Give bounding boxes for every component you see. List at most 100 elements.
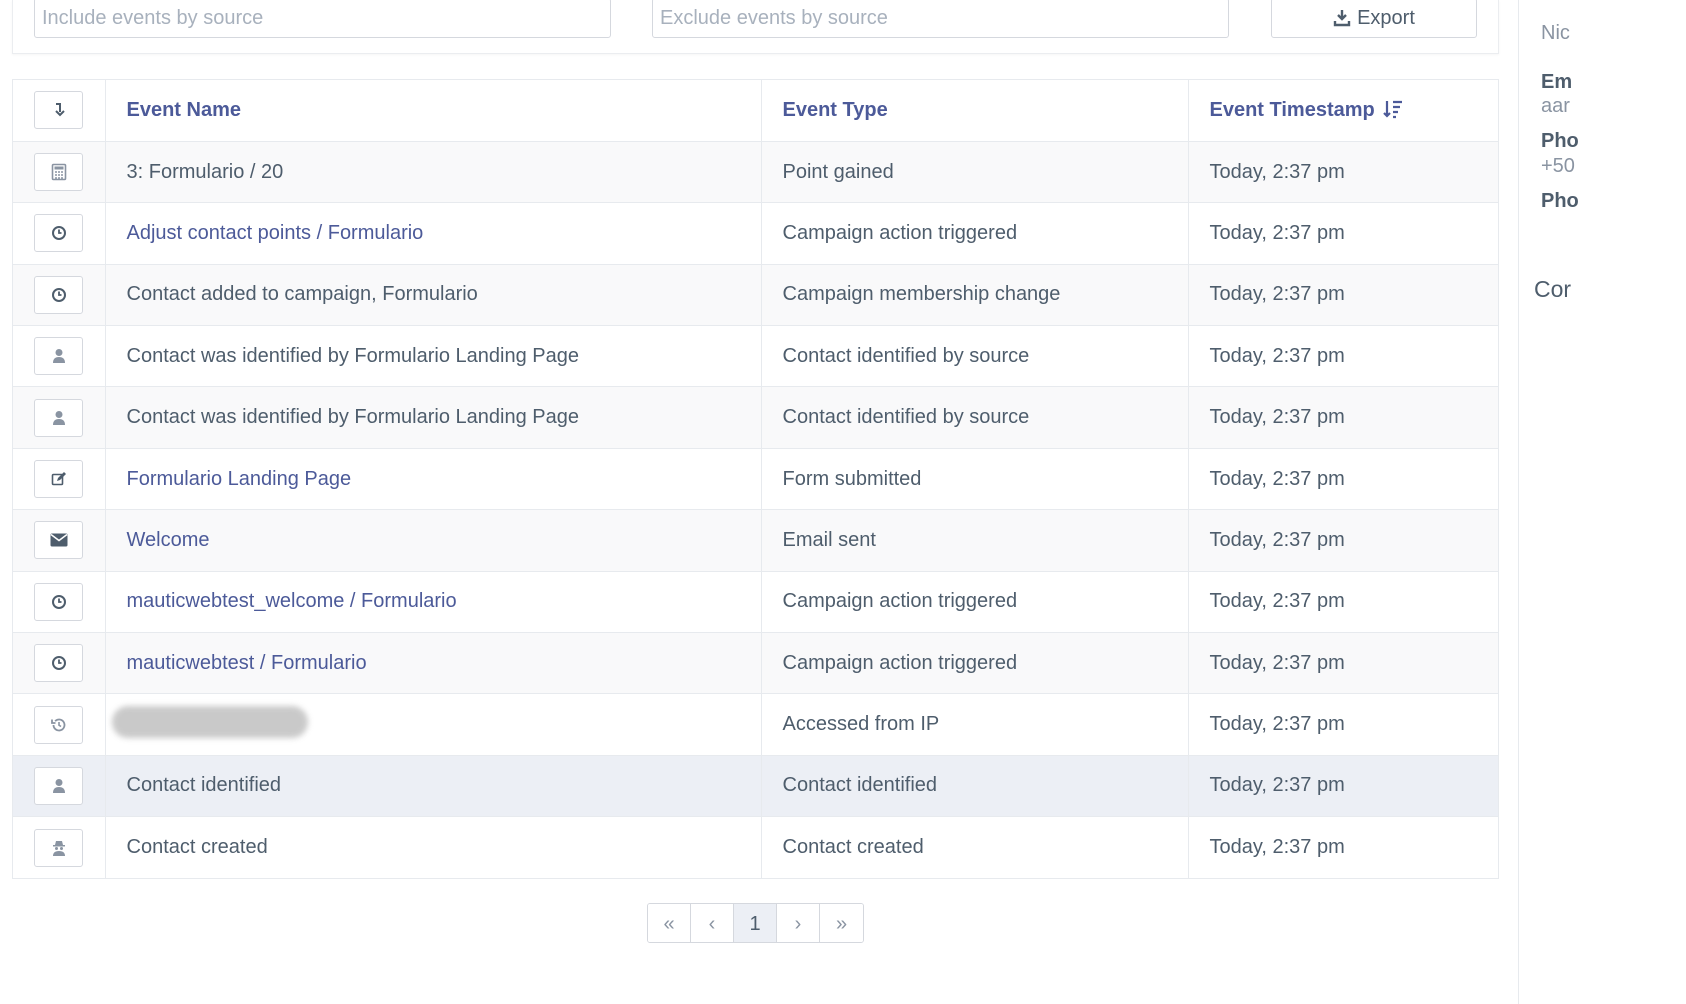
row-toggle-cell [13,816,106,879]
sidebar-email-value: aar [1541,95,1570,117]
event-type-header-label[interactable]: Event Type [783,99,888,121]
row-expand-button[interactable] [34,398,84,437]
toggle-column-header [13,80,106,142]
event-type-cell: Point gained [761,140,1189,203]
event-name-link[interactable]: mauticwebtest / Formulario [127,652,367,674]
filter-panel: Export [12,0,1499,54]
event-name-link[interactable]: Adjust contact points / Formulario [127,222,424,244]
row-expand-button[interactable] [34,337,84,376]
user-icon [52,410,66,426]
event-name-link[interactable]: Welcome [127,529,210,551]
user-icon [52,348,66,364]
event-type-cell: Campaign action triggered [761,632,1189,694]
event-name-text: Contact was identified by Formulario Lan… [126,406,579,429]
row-expand-button[interactable] [34,644,84,683]
table-row: Adjust contact points / Formulario Campai… [13,202,1498,265]
event-timestamp-cell: Today, 2:37 pm [1188,140,1498,203]
event-type-cell: Form submitted [761,447,1189,510]
row-toggle-cell [13,693,106,756]
prev-page-button[interactable]: ‹ [691,904,734,942]
events-table: Event Name Event Type Event Timestamp 3:… [12,79,1499,880]
event-timestamp-cell: Today, 2:37 pm [1188,632,1498,694]
row-expand-button[interactable] [34,153,84,192]
row-expand-button[interactable] [34,214,84,253]
event-name-cell: mauticwebtest_welcome / Formulario [105,570,762,633]
event-timestamp-cell: Today, 2:37 pm [1188,570,1498,633]
event-timestamp-cell: Today, 2:37 pm [1188,263,1498,326]
row-toggle-cell [13,386,106,449]
event-type-cell: Contact identified by source [761,325,1189,387]
last-page-button[interactable]: » [820,904,863,942]
event-name-link[interactable]: Formulario Landing Page [127,468,352,490]
first-page-button[interactable]: « [648,904,691,942]
table-row: Accessed from IP Today, 2:37 pm [13,693,1498,756]
sidebar-phone2-label: Pho [1541,190,1579,212]
row-expand-button[interactable] [34,766,84,805]
row-expand-button[interactable] [34,521,84,560]
pagination: « ‹ 1 › » [647,903,864,943]
user-icon [52,778,66,794]
envelope-icon [50,533,68,547]
event-type-cell: Email sent [761,509,1189,572]
event-type-cell: Contact identified by source [761,386,1189,449]
event-name-cell: Contact was identified by Formulario Lan… [105,325,762,387]
event-name-cell: Contact created [105,816,762,879]
row-expand-button[interactable] [34,582,84,621]
table-row: Contact added to campaign, Formulario Cam… [13,263,1498,326]
sidebar-phone-label: Pho [1541,130,1579,152]
event-name-text: 3: Formulario / 20 [126,160,284,183]
current-page-button[interactable]: 1 [734,904,777,942]
arrow-down-icon [55,103,65,117]
history-icon [50,717,67,733]
row-toggle-cell [13,570,106,633]
clock-icon [51,594,67,610]
export-button[interactable]: Export [1271,0,1477,38]
next-page-button[interactable]: › [777,904,820,942]
event-type-cell: Contact identified [761,754,1189,817]
event-type-cell: Contact created [761,816,1189,879]
event-timestamp-cell: Today, 2:37 pm [1188,509,1498,572]
clock-icon [51,655,67,671]
event-name-cell: Contact added to campaign, Formulario [105,263,762,326]
sidebar-phone-value: +50 [1541,155,1575,177]
include-source-input[interactable] [34,0,611,38]
event-timestamp-cell: Today, 2:37 pm [1188,693,1498,756]
event-name-cell: Formulario Landing Page [105,447,762,510]
row-expand-button[interactable] [34,828,84,867]
table-row: mauticwebtest_welcome / Formulario Campai… [13,570,1498,633]
event-timestamp-header-label[interactable]: Event Timestamp [1210,99,1375,121]
row-toggle-cell [13,509,106,572]
event-type-cell: Accessed from IP [761,693,1189,756]
row-expand-button[interactable] [34,460,84,499]
event-type-cell: Campaign membership change [761,263,1189,326]
exclude-source-input[interactable] [652,0,1229,38]
event-name-cell: Contact identified [105,754,762,817]
event-name-cell [105,693,762,756]
edit-icon [51,471,67,487]
event-name-cell: 3: Formulario / 20 [105,140,762,203]
expand-toggle-button[interactable] [34,91,84,130]
event-timestamp-cell: Today, 2:37 pm [1188,447,1498,510]
event-timestamp-cell: Today, 2:37 pm [1188,325,1498,387]
event-name-cell: Contact was identified by Formulario Lan… [105,386,762,449]
event-name-cell: mauticwebtest / Formulario [105,632,762,694]
download-icon [1333,10,1351,27]
row-expand-button[interactable] [34,705,84,744]
event-name-text: Contact was identified by Formulario Lan… [126,344,579,367]
table-row: Contact created Contact created Today, 2:3… [13,816,1498,879]
event-type-cell: Campaign action triggered [761,570,1189,633]
row-toggle-cell [13,202,106,265]
event-name-header[interactable]: Event Name [105,80,762,142]
event-type-header[interactable]: Event Type [761,80,1189,142]
row-expand-button[interactable] [34,275,84,314]
sort-desc-icon [1383,100,1403,119]
table-header-row: Event Name Event Type Event Timestamp [13,80,1498,142]
table-row: 3: Formulario / 20 Point gained Today, 2:3… [13,140,1498,203]
table-row: Contact was identified by Formulario Lan… [13,325,1498,387]
row-toggle-cell [13,754,106,817]
event-name-cell: Adjust contact points / Formulario [105,202,762,265]
event-name-header-label[interactable]: Event Name [127,99,242,121]
table-row: Contact was identified by Formulario Lan… [13,386,1498,449]
event-timestamp-header[interactable]: Event Timestamp [1188,80,1498,142]
event-name-link[interactable]: mauticwebtest_welcome / Formulario [127,590,457,612]
